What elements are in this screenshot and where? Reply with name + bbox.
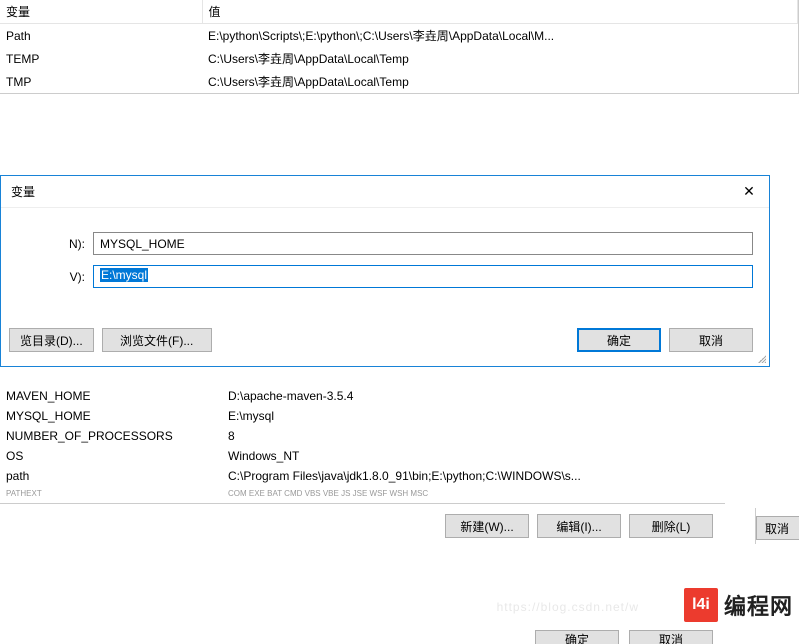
var-name: MYSQL_HOME — [0, 406, 222, 426]
var-name: TEMP — [0, 47, 202, 70]
browse-directory-button[interactable]: 览目录(D)... — [9, 328, 94, 352]
var-name: path — [0, 466, 222, 486]
dialog-title: 变量 — [1, 183, 729, 200]
system-variables-area: MAVEN_HOME D:\apache-maven-3.5.4 MYSQL_H… — [0, 386, 725, 538]
browse-file-button[interactable]: 浏览文件(F)... — [102, 328, 212, 352]
table-row[interactable]: TMP C:\Users\李垚周\AppData\Local\Temp — [0, 70, 798, 93]
edit-variable-dialog: 变量 ✕ N): V): E:\mysql 览目录(D)... 浏览文件(F).… — [0, 175, 770, 367]
outer-cancel-button[interactable]: 取消 — [756, 516, 799, 540]
table-row[interactable]: path C:\Program Files\java\jdk1.8.0_91\b… — [0, 466, 725, 486]
watermark: l4i 编程网 — [684, 588, 793, 622]
variable-value-input[interactable] — [93, 265, 753, 288]
var-value: 8 — [222, 426, 725, 446]
close-button[interactable]: ✕ — [729, 178, 769, 206]
variable-value-label: V): — [1, 270, 93, 284]
var-value: E:\mysql — [222, 406, 725, 426]
var-value: C:\Users\李垚周\AppData\Local\Temp — [202, 70, 798, 93]
var-name: TMP — [0, 70, 202, 93]
var-value: Windows_NT — [222, 446, 725, 466]
var-value: COM EXE BAT CMD VBS VBE JS JSE WSF WSH M… — [222, 486, 725, 501]
table-row[interactable]: TEMP C:\Users\李垚周\AppData\Local\Temp — [0, 47, 798, 70]
bottom-cancel-button[interactable]: 取消 — [629, 630, 713, 644]
var-value: E:\python\Scripts\;E:\python\;C:\Users\李… — [202, 24, 798, 48]
table-header-row: 变量 值 — [0, 0, 798, 24]
var-value: C:\Program Files\java\jdk1.8.0_91\bin;E:… — [222, 466, 725, 486]
ok-button[interactable]: 确定 — [577, 328, 661, 352]
table-row[interactable]: MAVEN_HOME D:\apache-maven-3.5.4 — [0, 386, 725, 406]
bottom-button-bar: 确定 取消 — [0, 614, 725, 644]
col-header-value[interactable]: 值 — [202, 0, 798, 24]
var-value: D:\apache-maven-3.5.4 — [222, 386, 725, 406]
watermark-logo-icon: l4i — [684, 588, 718, 622]
variable-name-label: N): — [1, 237, 93, 251]
cancel-button[interactable]: 取消 — [669, 328, 753, 352]
watermark-brand: 编程网 — [724, 589, 793, 621]
watermark-url: https://blog.csdn.net/w — [497, 600, 639, 614]
table-row[interactable]: Path E:\python\Scripts\;E:\python\;C:\Us… — [0, 24, 798, 48]
outer-panel-fragment: 取消 — [755, 508, 799, 544]
table-row[interactable]: NUMBER_OF_PROCESSORS 8 — [0, 426, 725, 446]
var-name: MAVEN_HOME — [0, 386, 222, 406]
resize-grip-icon[interactable] — [756, 353, 766, 363]
edit-button[interactable]: 编辑(I)... — [537, 514, 621, 538]
close-icon: ✕ — [743, 183, 755, 200]
table-row[interactable]: PATHEXT COM EXE BAT CMD VBS VBE JS JSE W… — [0, 486, 725, 501]
user-variables-table: 变量 值 Path E:\python\Scripts\;E:\python\;… — [0, 0, 799, 94]
dialog-titlebar[interactable]: 变量 ✕ — [1, 176, 769, 208]
bottom-ok-button[interactable]: 确定 — [535, 630, 619, 644]
var-name: PATHEXT — [0, 486, 222, 501]
table-row[interactable]: OS Windows_NT — [0, 446, 725, 466]
var-name: Path — [0, 24, 202, 48]
var-name: OS — [0, 446, 222, 466]
new-button[interactable]: 新建(W)... — [445, 514, 529, 538]
var-value: C:\Users\李垚周\AppData\Local\Temp — [202, 47, 798, 70]
table-row[interactable]: MYSQL_HOME E:\mysql — [0, 406, 725, 426]
var-name: NUMBER_OF_PROCESSORS — [0, 426, 222, 446]
col-header-variable[interactable]: 变量 — [0, 0, 202, 24]
variable-name-input[interactable] — [93, 232, 753, 255]
delete-button[interactable]: 删除(L) — [629, 514, 713, 538]
